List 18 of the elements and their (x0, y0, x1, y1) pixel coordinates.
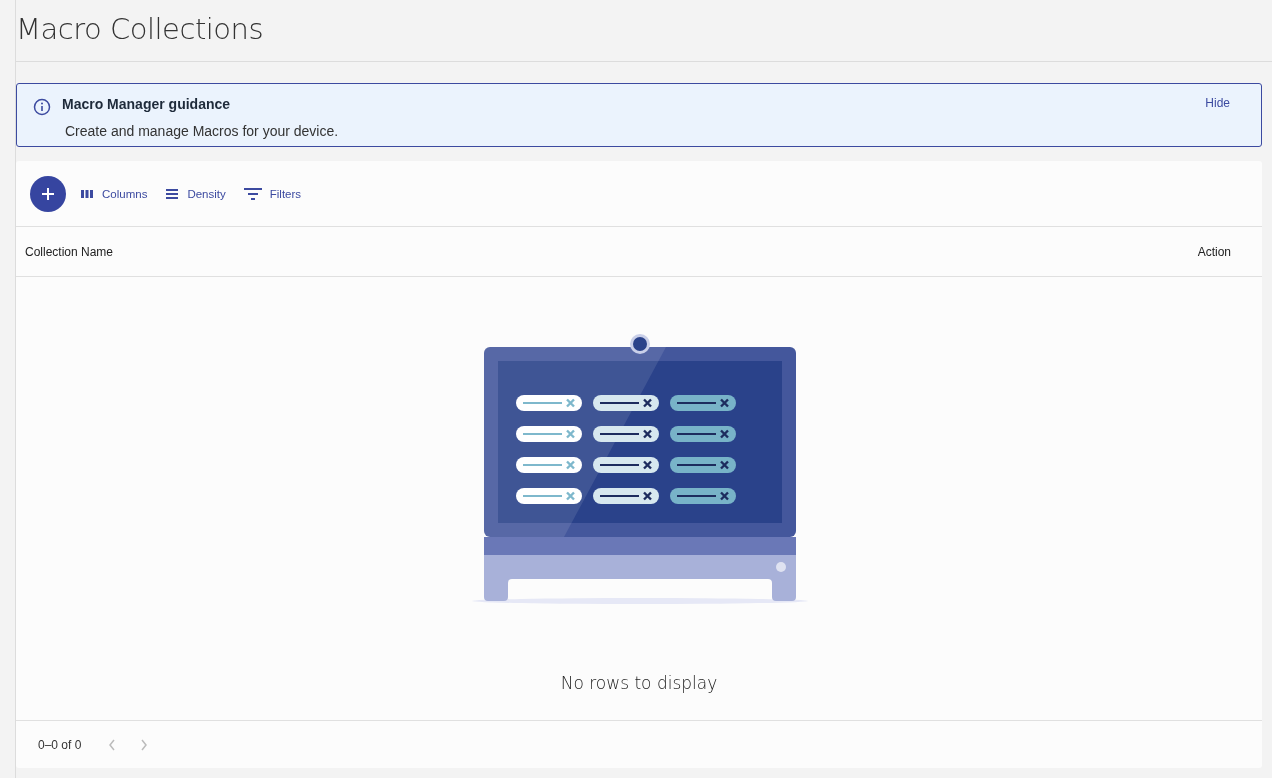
banner-text: Create and manage Macros for your device. (65, 123, 340, 139)
density-icon (165, 186, 180, 201)
filters-button[interactable]: Filters (239, 186, 306, 201)
add-button[interactable] (30, 175, 66, 212)
column-header: Collection Name (25, 244, 115, 259)
chevron-left-icon (107, 737, 118, 752)
filter-icon (243, 186, 262, 201)
banner-title: Macro Manager guidance (62, 96, 232, 112)
empty-message: No rows to display (560, 673, 718, 693)
pagination-range: 0–0 of 0 (38, 737, 82, 752)
info-icon (33, 98, 51, 116)
columns-button[interactable]: Columns (76, 186, 152, 201)
hide-link[interactable]: Hide (1205, 96, 1230, 110)
plus-icon (40, 185, 56, 202)
page-title: Macro Collections (16, 11, 264, 46)
column-header: Action (1197, 244, 1231, 259)
chevron-right-icon (139, 737, 150, 752)
density-button[interactable]: Density (161, 186, 230, 201)
